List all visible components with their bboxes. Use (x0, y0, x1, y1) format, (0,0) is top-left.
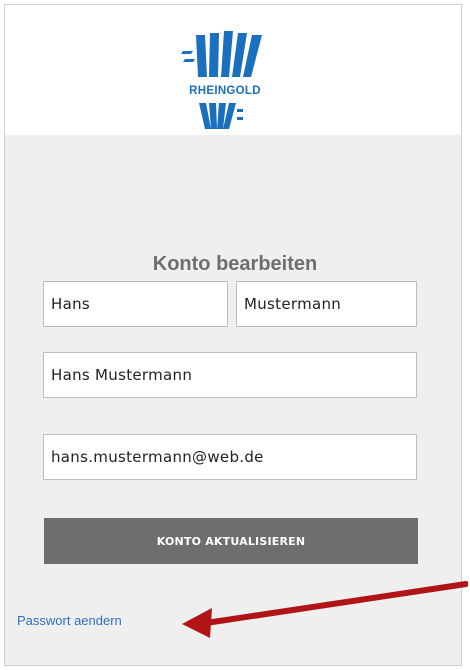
change-password-link[interactable]: Passwort aendern (17, 613, 122, 628)
update-account-button[interactable]: KONTO AKTUALISIEREN (44, 518, 418, 564)
header: RHEINGOLD 1933 (5, 5, 461, 141)
page-title: Konto bearbeiten (152, 253, 318, 275)
email-input[interactable] (43, 434, 417, 480)
first-name-input[interactable] (43, 281, 228, 327)
logo-brand-text: RHEINGOLD (189, 85, 261, 97)
arrow-shaft (203, 581, 468, 626)
display-name-input[interactable] (43, 352, 417, 398)
account-card: RHEINGOLD 1933 (4, 4, 462, 666)
last-name-input[interactable] (236, 281, 417, 327)
rheingold-logo: RHEINGOLD 1933 (181, 31, 262, 141)
arrow-left-icon (182, 581, 468, 638)
